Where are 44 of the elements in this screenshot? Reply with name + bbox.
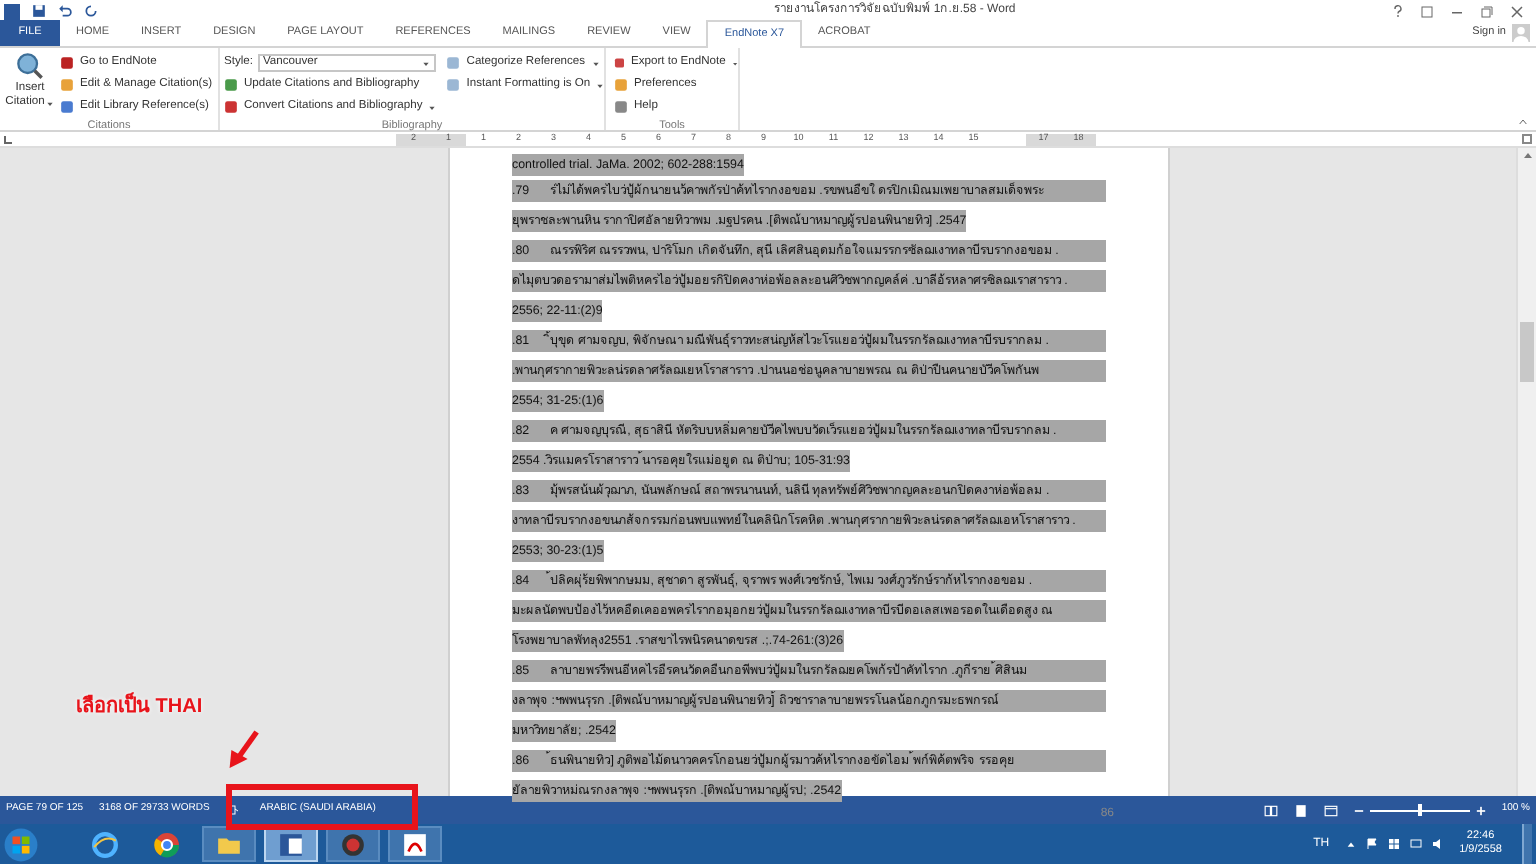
caret-icon: [421, 59, 429, 67]
flag-icon: [1365, 838, 1378, 850]
volume-icon: [1431, 838, 1444, 850]
undo-icon: [58, 4, 72, 18]
ruler-toggle-icon[interactable]: [1522, 134, 1532, 144]
browser-icon: [154, 831, 180, 857]
reference-app-icon: [340, 831, 366, 857]
zoom-in-icon: [1475, 805, 1486, 815]
taskbar-app[interactable]: [388, 826, 442, 862]
zoom-slider[interactable]: [1369, 804, 1470, 816]
print-layout-icon: [1293, 803, 1308, 817]
annotation-arrow: [226, 730, 262, 770]
document-app-icon: [278, 831, 304, 857]
redo-icon: [84, 4, 98, 18]
scroll-thumb[interactable]: [1520, 322, 1534, 382]
edit-icon: [60, 100, 74, 114]
vertical-scrollbar[interactable]: [1516, 148, 1536, 796]
gear-icon: [614, 78, 628, 92]
pdf-app-icon: [402, 831, 428, 857]
restore-icon: [1480, 5, 1494, 17]
help-icon: [614, 100, 628, 114]
zoom-thumb[interactable]: [1417, 804, 1422, 816]
read-mode-icon: [1263, 803, 1278, 817]
network-icon: [1409, 838, 1422, 850]
web-layout-icon: [1323, 803, 1338, 817]
pencil-icon: [60, 78, 74, 92]
word-logo-icon: [4, 3, 20, 19]
start-button-icon: [4, 827, 38, 861]
windows-icon: [1387, 838, 1400, 850]
taskbar-app[interactable]: [202, 826, 256, 862]
magnifier-icon: [16, 52, 44, 80]
refresh-icon: [224, 78, 238, 92]
tab-selector-icon[interactable]: [4, 135, 12, 143]
collapse-ribbon-icon: [1518, 118, 1528, 126]
export-icon: [614, 56, 625, 70]
show-desktop-button[interactable]: [1522, 824, 1532, 864]
ribbon-display-icon: [1420, 5, 1434, 17]
help-icon: [1392, 4, 1404, 18]
close-icon: [1510, 5, 1524, 17]
browser-icon: [92, 831, 118, 857]
endnote-icon: [60, 56, 74, 70]
show-hidden-icons-icon: [1345, 839, 1356, 849]
annotation-label: เลือกเป็น THAI: [76, 692, 203, 722]
convert-icon: [224, 100, 238, 114]
